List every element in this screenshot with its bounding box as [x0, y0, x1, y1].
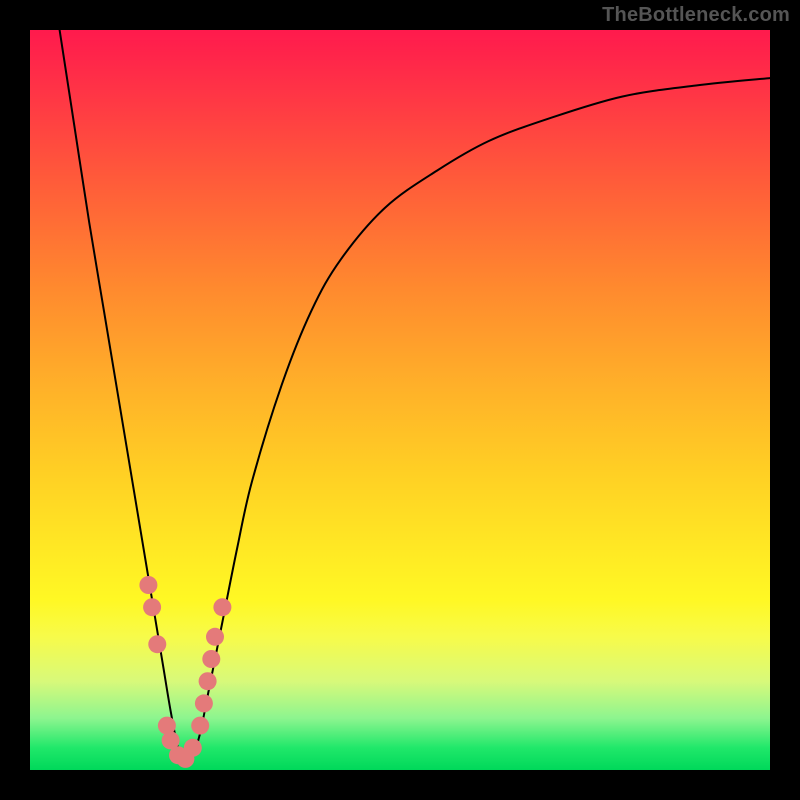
- bottleneck-curve-line: [60, 30, 770, 763]
- watermark-text: TheBottleneck.com: [602, 4, 790, 27]
- data-point: [195, 694, 213, 712]
- data-point: [148, 635, 166, 653]
- data-points-group: [139, 576, 231, 768]
- gradient-plot-area: [30, 30, 770, 770]
- data-point: [202, 650, 220, 668]
- data-point: [184, 739, 202, 757]
- data-point: [191, 717, 209, 735]
- data-point: [213, 598, 231, 616]
- data-point: [199, 672, 217, 690]
- data-point: [143, 598, 161, 616]
- data-point: [139, 576, 157, 594]
- bottleneck-chart: [30, 30, 770, 770]
- data-point: [206, 628, 224, 646]
